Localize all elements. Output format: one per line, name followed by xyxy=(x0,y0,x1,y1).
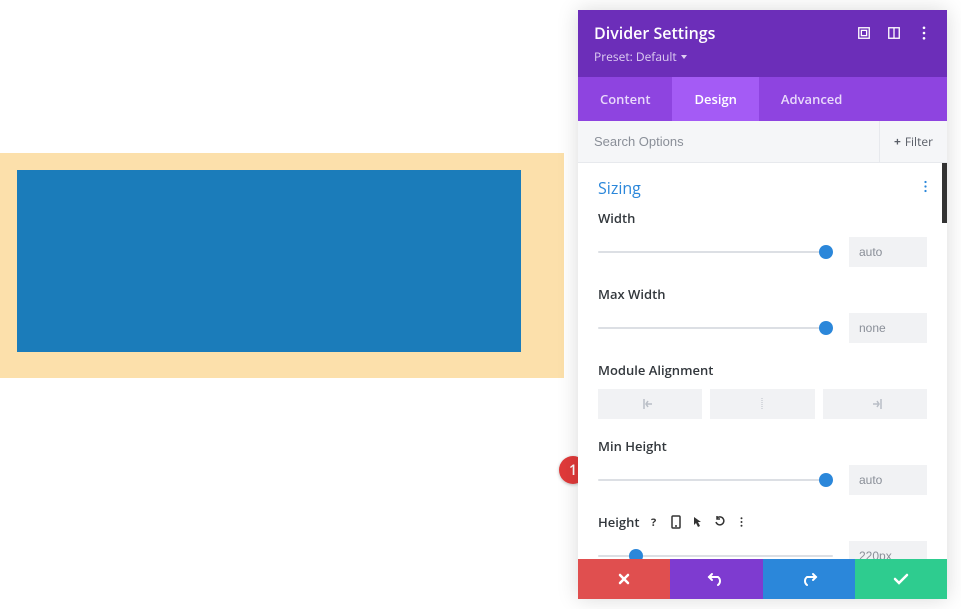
help-icon[interactable]: ? xyxy=(648,516,660,528)
tab-design[interactable]: Design xyxy=(672,77,758,121)
section-title: Sizing xyxy=(598,177,641,199)
expand-icon[interactable] xyxy=(857,26,871,40)
input-height-value[interactable] xyxy=(849,541,927,559)
save-button[interactable] xyxy=(855,559,947,599)
panel-footer xyxy=(578,559,947,599)
redo-button[interactable] xyxy=(763,559,855,599)
align-center-button[interactable] xyxy=(710,389,814,419)
chevron-down-icon xyxy=(681,55,687,59)
tab-advanced[interactable]: Advanced xyxy=(759,77,864,121)
slider-thumb[interactable] xyxy=(629,549,643,559)
field-height: Height ? xyxy=(598,513,927,559)
input-min-height-value[interactable] xyxy=(849,465,927,495)
preset-dropdown[interactable]: Preset: Default xyxy=(594,48,687,65)
input-width-value[interactable] xyxy=(849,237,927,267)
slider-min-height[interactable] xyxy=(598,471,833,489)
kebab-menu-icon[interactable] xyxy=(917,26,931,40)
field-width: Width xyxy=(598,209,927,267)
slider-width[interactable] xyxy=(598,243,833,261)
cancel-button[interactable] xyxy=(578,559,670,599)
panel-header: Divider Settings Preset: Default xyxy=(578,10,947,77)
undo-button[interactable] xyxy=(670,559,762,599)
preset-label: Preset: Default xyxy=(594,48,677,65)
responsive-icon[interactable] xyxy=(670,516,682,528)
input-max-width-value[interactable] xyxy=(849,313,927,343)
svg-text:?: ? xyxy=(651,516,656,528)
slider-max-width[interactable] xyxy=(598,319,833,337)
section-sizing: Sizing Width Max Width xyxy=(578,163,947,559)
reset-icon[interactable] xyxy=(714,516,726,528)
search-row: + Filter xyxy=(578,121,947,163)
field-alignment: Module Alignment xyxy=(598,361,927,419)
scrollbar[interactable] xyxy=(942,163,947,223)
slider-thumb[interactable] xyxy=(819,245,833,259)
field-max-width: Max Width xyxy=(598,285,927,343)
label-width: Width xyxy=(598,209,635,227)
filter-button[interactable]: + Filter xyxy=(879,121,947,162)
options-icon[interactable] xyxy=(736,516,748,528)
slider-thumb[interactable] xyxy=(819,321,833,335)
panel-title: Divider Settings xyxy=(594,22,715,44)
label-max-width: Max Width xyxy=(598,285,665,303)
plus-icon: + xyxy=(894,133,901,150)
label-min-height: Min Height xyxy=(598,437,667,455)
tabs: Content Design Advanced xyxy=(578,77,947,121)
section-options-icon[interactable] xyxy=(924,179,927,198)
divider-module[interactable] xyxy=(17,170,521,352)
settings-panel: Divider Settings Preset: Default Content… xyxy=(578,10,947,599)
filter-label: Filter xyxy=(905,133,933,150)
slider-thumb[interactable] xyxy=(819,473,833,487)
align-right-button[interactable] xyxy=(823,389,927,419)
field-min-height: Min Height xyxy=(598,437,927,495)
drag-position-icon[interactable] xyxy=(887,26,901,40)
hover-icon[interactable] xyxy=(692,516,704,528)
label-height: Height xyxy=(598,513,640,531)
slider-height[interactable] xyxy=(598,547,833,559)
panel-body: Sizing Width Max Width xyxy=(578,163,947,559)
tab-content[interactable]: Content xyxy=(578,77,672,121)
search-input[interactable] xyxy=(578,122,879,161)
canvas-section xyxy=(0,153,564,378)
align-left-button[interactable] xyxy=(598,389,702,419)
label-alignment: Module Alignment xyxy=(598,361,713,379)
